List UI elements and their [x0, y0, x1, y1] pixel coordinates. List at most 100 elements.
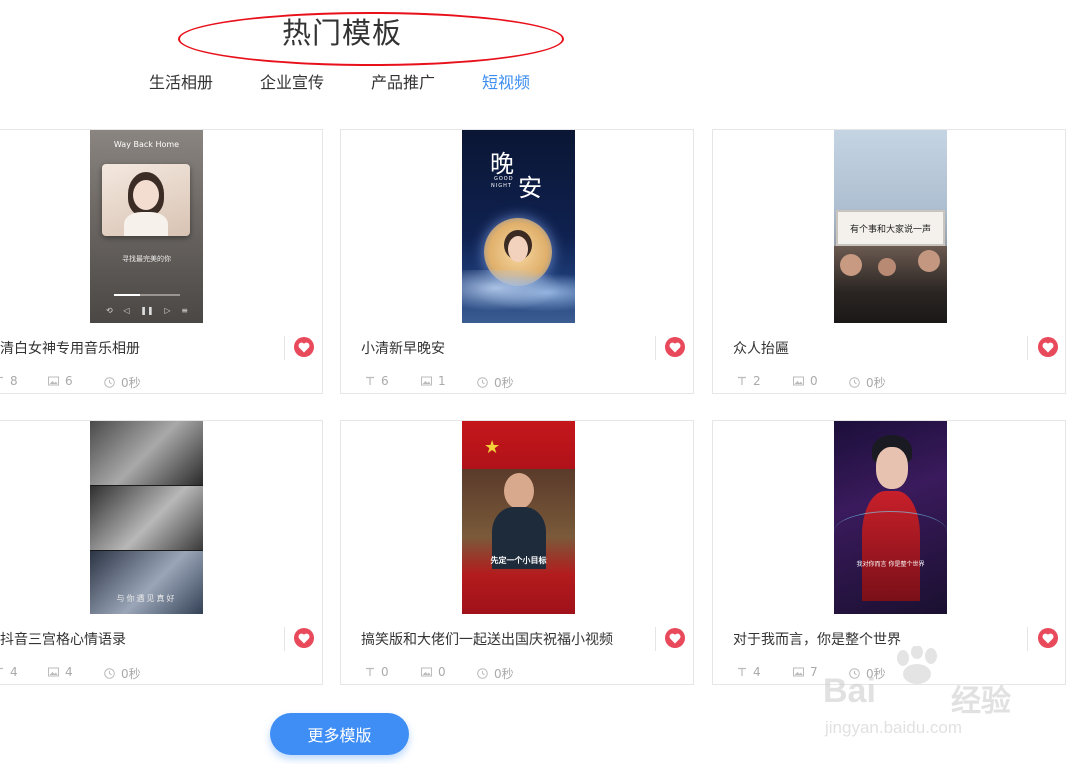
template-title[interactable]: 清白女神专用音乐相册: [0, 338, 140, 358]
divider: [1027, 627, 1028, 651]
favorite-heart-icon[interactable]: [294, 628, 314, 648]
tab-life-album[interactable]: 生活相册: [149, 69, 213, 93]
baidu-jingyan-watermark: Bai 经验 jingyan.baidu.com: [823, 646, 1023, 746]
clock-icon: [477, 377, 488, 388]
image-count-stat: 7: [793, 665, 818, 679]
text-count-stat: 4: [0, 665, 18, 679]
night-eng-1: GOOD: [494, 176, 514, 182]
image-count: 0: [438, 665, 446, 679]
duration: 0秒: [494, 667, 514, 681]
image-count: 0: [810, 374, 818, 388]
template-thumbnail[interactable]: ★ 先定一个小目标: [462, 421, 575, 614]
image-count-stat: 0: [793, 374, 818, 388]
template-thumbnail[interactable]: 晚 安 GOOD NIGHT: [462, 130, 575, 323]
song-name: 寻找最完美的你: [122, 255, 171, 263]
duration: 0秒: [494, 376, 514, 390]
template-card[interactable]: Way Back Home 寻找最完美的你 ⟲ ◁ ❚❚ ▷ ≡ 清白女神专用音乐相册 …: [0, 129, 323, 394]
divider: [1027, 336, 1028, 360]
image-count-stat: 1: [421, 374, 446, 388]
clock-icon: [104, 668, 115, 679]
image-count-stat: 0: [421, 665, 446, 679]
text-count-stat: 2: [737, 374, 761, 388]
template-thumbnail[interactable]: 有个事和大家说一声: [834, 130, 947, 323]
duration: 0秒: [121, 667, 141, 681]
text-icon: [0, 376, 3, 379]
text-count-stat: 8: [0, 374, 18, 388]
duration-stat: 0秒: [477, 665, 514, 682]
text-icon: [366, 667, 374, 676]
thumb-caption: 与你遇见真好: [116, 594, 177, 603]
paw-icon: [897, 646, 937, 684]
template-title[interactable]: 搞笑版和大佬们一起送出国庆祝福小视频: [361, 629, 613, 649]
template-card[interactable]: ★ 先定一个小目标 搞笑版和大佬们一起送出国庆祝福小视频 0 0 0秒: [340, 420, 694, 685]
image-count: 6: [65, 374, 73, 388]
duration-stat: 0秒: [849, 374, 886, 391]
image-icon: [421, 667, 432, 677]
night-title-char-2: 安: [518, 174, 542, 202]
image-count: 7: [810, 665, 818, 679]
text-count: 8: [10, 374, 18, 388]
favorite-heart-icon[interactable]: [1038, 337, 1058, 357]
more-templates-button[interactable]: 更多模版: [270, 713, 409, 755]
text-icon: [366, 376, 374, 385]
template-thumbnail[interactable]: Way Back Home 寻找最完美的你 ⟲ ◁ ❚❚ ▷ ≡: [90, 130, 203, 323]
image-icon: [48, 376, 59, 386]
clock-icon: [849, 377, 860, 388]
divider: [284, 627, 285, 651]
clouds: [462, 270, 575, 315]
text-count-stat: 6: [365, 374, 389, 388]
text-count: 4: [10, 665, 18, 679]
image-icon: [793, 376, 804, 386]
text-count-stat: 4: [737, 665, 761, 679]
tab-company-promo[interactable]: 企业宣传: [260, 69, 324, 93]
clock-icon: [104, 377, 115, 388]
duration: 0秒: [121, 376, 141, 390]
image-count: 1: [438, 374, 446, 388]
text-count: 2: [753, 374, 761, 388]
clock-icon: [477, 668, 488, 679]
duration: 0秒: [866, 376, 886, 390]
divider: [284, 336, 285, 360]
duration-stat: 0秒: [104, 374, 141, 391]
tab-product-promo[interactable]: 产品推广: [371, 69, 435, 93]
people-silhouettes: [834, 246, 947, 323]
text-icon: [738, 667, 746, 676]
text-icon: [0, 667, 3, 670]
duration-stat: 0秒: [104, 665, 141, 682]
section-title: 热门模板: [282, 16, 403, 50]
favorite-heart-icon[interactable]: [665, 337, 685, 357]
favorite-heart-icon[interactable]: [665, 628, 685, 648]
text-count: 0: [381, 665, 389, 679]
divider: [655, 627, 656, 651]
template-title[interactable]: 小清新早晚安: [361, 338, 445, 358]
image-icon: [793, 667, 804, 677]
watermark-brand-left: Bai: [823, 672, 876, 710]
grid-photo-1: [90, 421, 203, 485]
grid-photo-3: [90, 551, 203, 614]
player-controls: ⟲ ◁ ❚❚ ▷ ≡: [106, 306, 188, 315]
template-card[interactable]: 与你遇见真好 抖音三宫格心情语录 4 4 0秒: [0, 420, 323, 685]
plaque-banner: 有个事和大家说一声: [836, 210, 945, 246]
text-count-stat: 0: [365, 665, 389, 679]
text-count: 6: [381, 374, 389, 388]
template-card[interactable]: 有个事和大家说一声 众人抬匾 2 0 0秒: [712, 129, 1066, 394]
template-thumbnail[interactable]: 我对你而言 你是整个世界: [834, 421, 947, 614]
thumb-caption: 我对你而言 你是整个世界: [856, 561, 925, 568]
template-title[interactable]: 众人抬匾: [733, 338, 789, 358]
divider: [655, 336, 656, 360]
image-icon: [421, 376, 432, 386]
text-count: 4: [753, 665, 761, 679]
template-title[interactable]: 抖音三宫格心情语录: [0, 629, 126, 649]
tab-short-video[interactable]: 短视频: [482, 69, 530, 93]
image-count-stat: 6: [48, 374, 73, 388]
favorite-heart-icon[interactable]: [294, 337, 314, 357]
template-card[interactable]: 晚 安 GOOD NIGHT 小清新早晚安 6 1 0秒: [340, 129, 694, 394]
favorite-heart-icon[interactable]: [1038, 628, 1058, 648]
template-thumbnail[interactable]: 与你遇见真好: [90, 421, 203, 614]
video-subtitle: 先定一个小目标: [490, 556, 547, 565]
flag-star-icon: ★: [484, 437, 501, 458]
image-count: 4: [65, 665, 73, 679]
plaque-text: 有个事和大家说一声: [849, 224, 931, 235]
album-photo: [102, 164, 190, 236]
duration-stat: 0秒: [477, 374, 514, 391]
